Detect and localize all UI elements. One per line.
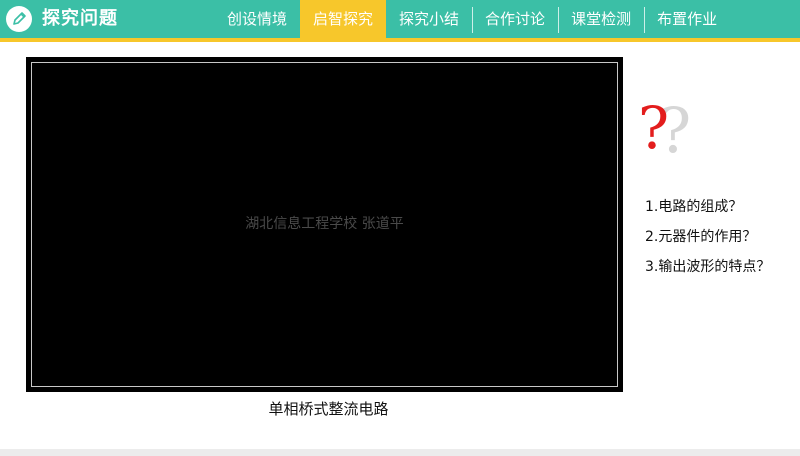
nav-tabs: 创设情境 启智探究 探究小结 合作讨论 课堂检测 布置作业 xyxy=(214,0,730,42)
list-item: 1.电路的组成？ xyxy=(645,199,743,215)
top-bar: 探究问题 创设情境 启智探究 探究小结 合作讨论 课堂检测 布置作业 xyxy=(0,0,800,42)
question-list: 1.电路的组成？ 2.元器件的作用？ 3.输出波形的特点？ xyxy=(645,192,770,282)
list-item: 2.元器件的作用？ xyxy=(645,229,757,245)
svg-text:?: ? xyxy=(638,94,669,162)
pencil-icon xyxy=(6,6,32,32)
tab-classroom-test[interactable]: 课堂检测 xyxy=(558,0,644,38)
tab-assign-homework[interactable]: 布置作业 xyxy=(644,0,730,38)
video-caption: 单相桥式整流电路 xyxy=(268,400,389,418)
tab-cooperative-discussion[interactable]: 合作讨论 xyxy=(472,0,558,38)
question-mark-icon: ? ? xyxy=(636,86,696,167)
tab-inspire-explore[interactable]: 启智探究 xyxy=(300,0,387,42)
bottom-strip xyxy=(0,449,800,456)
page-title: 探究问题 xyxy=(42,8,118,29)
video-watermark: 湖北信息工程学校 张道平 xyxy=(245,216,404,232)
tab-create-situation[interactable]: 创设情境 xyxy=(214,0,300,38)
list-item: 3.输出波形的特点？ xyxy=(645,259,771,275)
tab-explore-summary[interactable]: 探究小结 xyxy=(386,0,472,38)
video-player[interactable]: 湖北信息工程学校 张道平 xyxy=(26,57,623,392)
header-underline xyxy=(0,38,800,42)
